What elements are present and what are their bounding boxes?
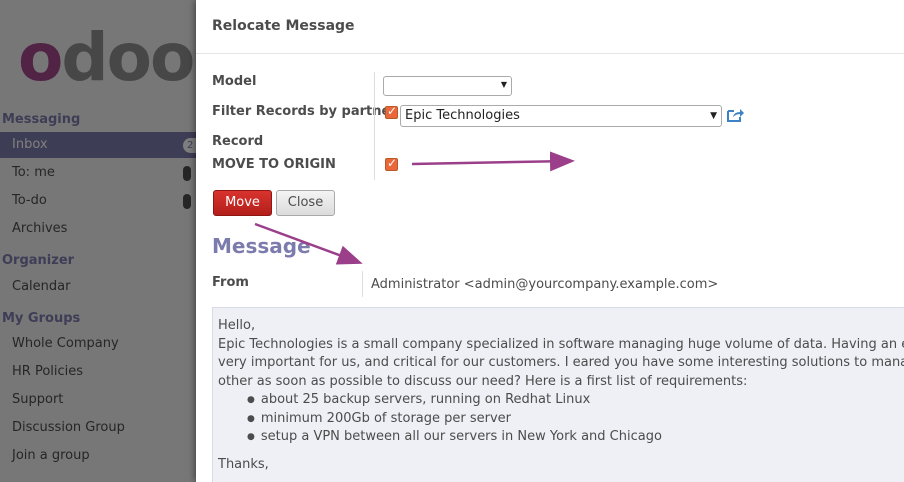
partner-select[interactable]: Epic Technologies ▼	[400, 105, 722, 127]
from-value: Administrator <admin@yourcompany.example…	[371, 277, 719, 292]
message-line: very important for us, and critical for …	[218, 355, 904, 370]
message-body: Hello, Epic Technologies is a small comp…	[212, 307, 904, 482]
filter-by-partner-label: Filter Records by partner	[212, 104, 397, 119]
filter-by-partner-checkbox[interactable]	[385, 104, 398, 119]
message-greeting: Hello,	[218, 318, 256, 333]
move-button[interactable]: Move	[213, 190, 272, 216]
from-label: From	[212, 275, 249, 290]
dialog-header: Relocate Message	[196, 0, 904, 54]
message-line: other as soon as possible to discuss our…	[218, 373, 748, 389]
dialog-title: Relocate Message	[212, 18, 355, 34]
list-item: minimum 200Gb of storage per server	[247, 410, 904, 429]
list-item: about 25 backup servers, running on Redh…	[247, 391, 904, 410]
from-divider	[362, 271, 363, 297]
message-section-title: Message	[212, 234, 311, 258]
close-button[interactable]: Close	[276, 190, 335, 216]
move-to-origin-checkbox[interactable]	[385, 156, 398, 171]
record-label: Record	[212, 134, 264, 149]
move-to-origin-label: MOVE TO ORIGIN	[212, 157, 336, 172]
chevron-down-icon: ▼	[500, 80, 507, 89]
model-select[interactable]: ▼	[383, 76, 512, 96]
form-divider	[374, 72, 375, 180]
list-item: setup a VPN between all our servers in N…	[247, 428, 904, 447]
external-link-icon[interactable]	[726, 107, 744, 123]
message-line: Epic Technologies is a small company spe…	[218, 336, 904, 352]
requirements-list: about 25 backup servers, running on Redh…	[218, 391, 904, 447]
model-label: Model	[212, 74, 257, 89]
partner-select-value: Epic Technologies	[405, 108, 520, 123]
chevron-down-icon: ▼	[710, 111, 717, 121]
relocate-message-dialog: Relocate Message Model Filter Records by…	[196, 0, 904, 482]
message-closing: Thanks,	[218, 456, 269, 472]
